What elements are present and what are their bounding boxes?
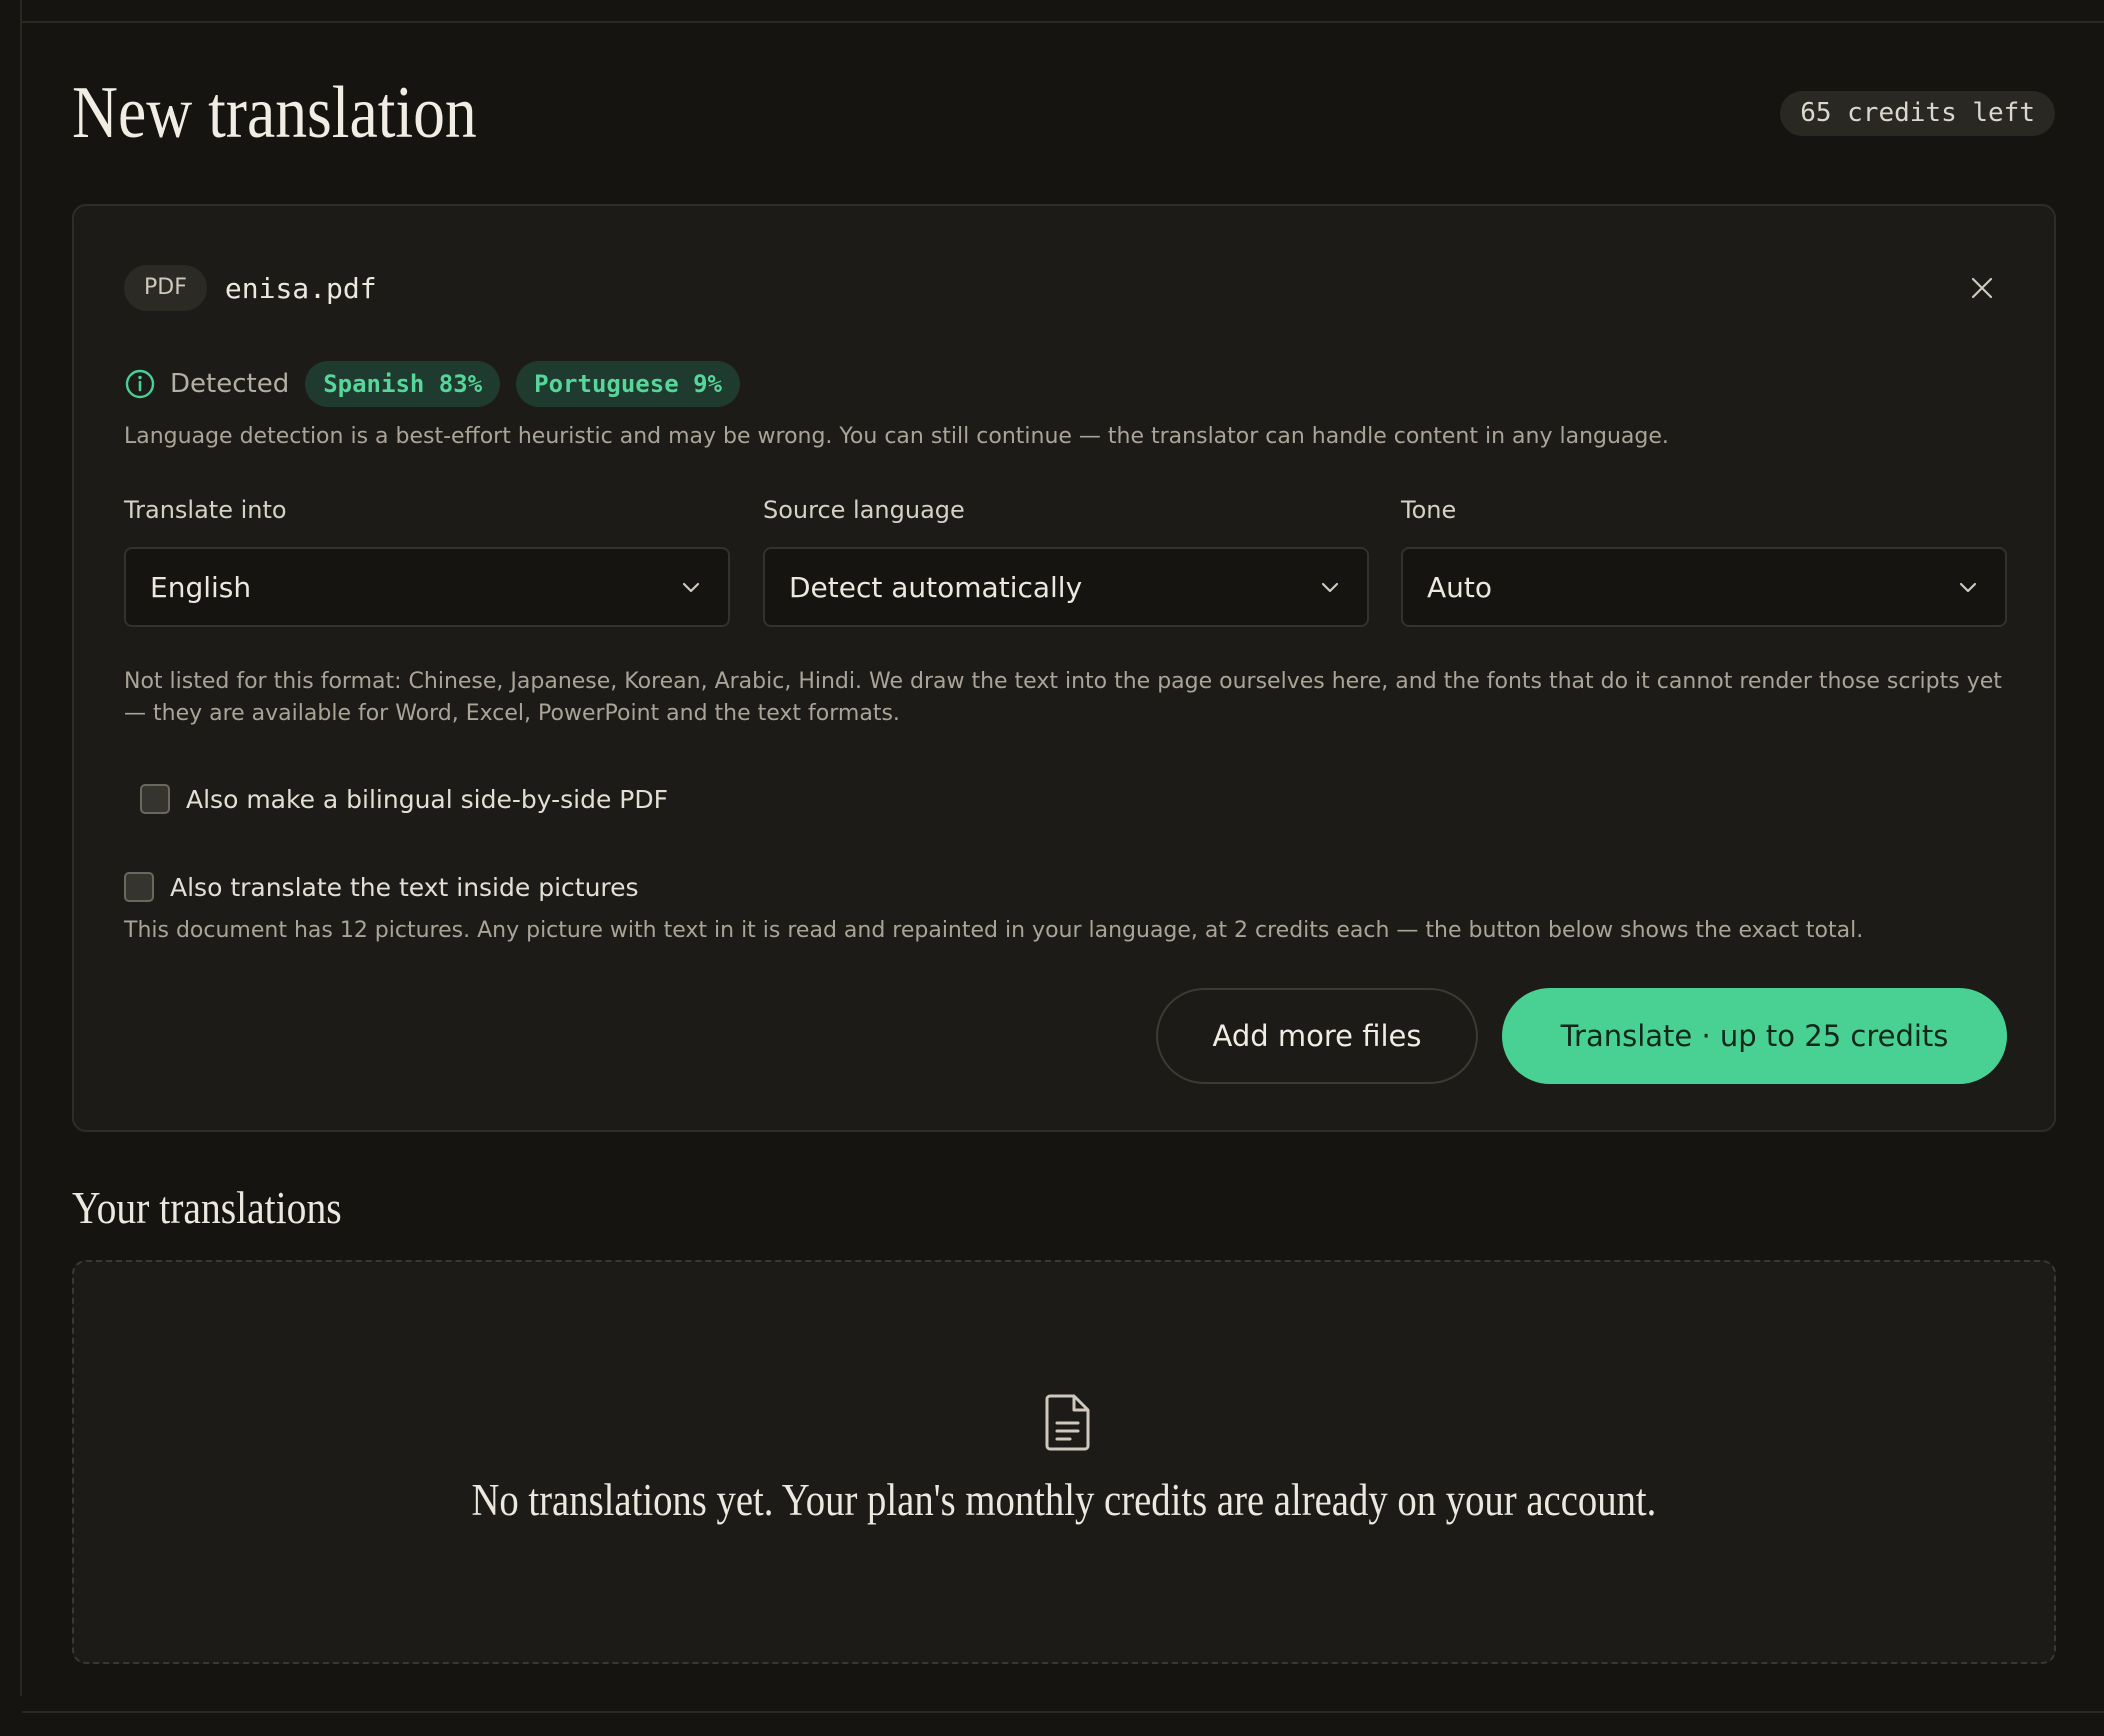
file-row: PDF enisa.pdf	[124, 264, 377, 312]
page-title: New translation	[72, 72, 477, 154]
source-language-value: Detect automatically	[789, 570, 1083, 604]
format-note: Not listed for this format: Chinese, Jap…	[124, 669, 2002, 726]
remove-file-button[interactable]	[1966, 272, 1998, 304]
translate-into-value: English	[150, 570, 252, 604]
empty-state-message: No translations yet. Your plan's monthly…	[74, 1474, 2054, 1526]
pictures-label: Also translate the text inside pictures	[170, 872, 639, 902]
empty-state-text: No translations yet. Your plan's monthly…	[471, 1475, 1657, 1525]
page: New translation 65 credits left PDF enis…	[0, 0, 2104, 1736]
translate-into-label: Translate into	[124, 496, 287, 524]
language-chip-spanish: Spanish 83%	[305, 361, 501, 407]
translate-button[interactable]: Translate · up to 25 credits	[1502, 988, 2007, 1084]
detected-label: Detected	[170, 369, 290, 399]
credits-badge: 65 credits left	[1780, 91, 2055, 136]
left-rail	[0, 0, 22, 1696]
language-chip-portuguese: Portuguese 9%	[516, 361, 740, 407]
upload-card: PDF enisa.pdf Detected Spanish 83% Portu…	[72, 204, 2056, 1132]
top-divider	[22, 21, 2104, 23]
detected-languages-row: Detected Spanish 83% Portuguese 9%	[124, 360, 740, 408]
file-type-badge: PDF	[124, 265, 207, 311]
translate-into-select[interactable]: English	[124, 547, 730, 627]
tone-value: Auto	[1427, 570, 1493, 604]
source-language-select[interactable]: Detect automatically	[763, 547, 1369, 627]
bottom-divider	[22, 1711, 2104, 1713]
chevron-down-icon	[1959, 582, 1977, 593]
info-icon	[125, 369, 155, 399]
tone-select[interactable]: Auto	[1401, 547, 2007, 627]
document-icon	[1045, 1394, 1090, 1451]
translations-empty-state: No translations yet. Your plan's monthly…	[72, 1260, 2056, 1664]
detection-note: Language detection is a best-effort heur…	[124, 424, 1669, 449]
file-name: enisa.pdf	[224, 271, 377, 305]
bilingual-option: Also make a bilingual side-by-side PDF	[140, 784, 668, 814]
chevron-down-icon	[1321, 582, 1339, 593]
pictures-note: This document has 12 pictures. Any pictu…	[124, 918, 1864, 943]
translations-section-title: Your translations	[72, 1182, 342, 1233]
chevron-down-icon	[682, 582, 700, 593]
pictures-checkbox[interactable]	[124, 872, 154, 902]
source-language-label: Source language	[763, 496, 965, 524]
bilingual-label: Also make a bilingual side-by-side PDF	[186, 784, 669, 814]
add-more-files-button[interactable]: Add more files	[1156, 988, 1478, 1084]
tone-label: Tone	[1401, 496, 1457, 524]
bilingual-checkbox[interactable]	[140, 784, 170, 814]
pictures-option: Also translate the text inside pictures	[124, 872, 639, 902]
close-icon	[1971, 277, 1993, 299]
